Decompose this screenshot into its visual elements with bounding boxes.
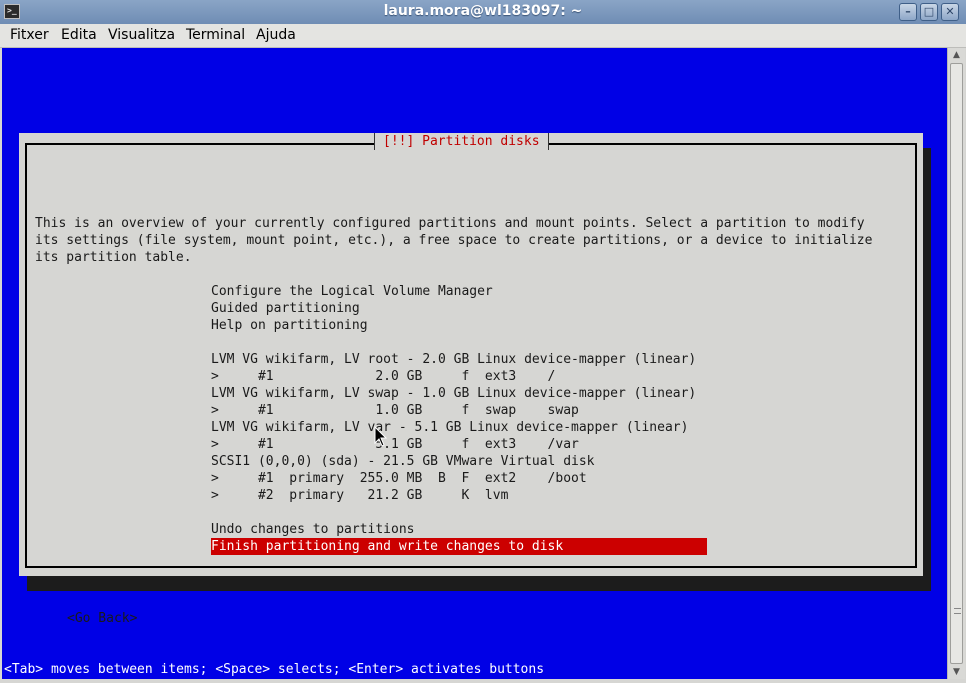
option-undo-changes[interactable]: Undo changes to partitions <box>211 521 415 538</box>
menu-fitxer[interactable]: Fitxer <box>10 27 49 43</box>
option-sda-partition-1[interactable]: > #1 primary 255.0 MB B F ext2 /boot <box>211 470 587 487</box>
minimize-icon[interactable]: – <box>899 3 917 21</box>
scroll-down-icon[interactable]: ▼ <box>948 665 965 679</box>
scrollbar-grip <box>954 608 961 614</box>
intro-line: its partition table. <box>35 250 192 265</box>
status-line: <Tab> moves between items; <Space> selec… <box>4 662 545 677</box>
option-lv-var-partition[interactable]: > #1 5.1 GB f ext3 /var <box>211 436 579 453</box>
option-guided-partitioning[interactable]: Guided partitioning <box>211 300 360 317</box>
option-finish-partitioning[interactable]: Finish partitioning and write changes to… <box>211 538 707 555</box>
menu-visualitza[interactable]: Visualitza <box>108 27 175 43</box>
close-icon[interactable]: ✕ <box>941 3 959 21</box>
intro-line: This is an overview of your currently co… <box>35 216 865 231</box>
option-scsi-disk[interactable]: SCSI1 (0,0,0) (sda) - 21.5 GB VMware Vir… <box>211 453 595 470</box>
menu-bar: Fitxer Edita Visualitza Terminal Ajuda <box>0 24 966 48</box>
option-sda-partition-2[interactable]: > #2 primary 21.2 GB K lvm <box>211 487 508 504</box>
menu-terminal[interactable]: Terminal <box>186 27 245 43</box>
option-lv-root[interactable]: LVM VG wikifarm, LV root - 2.0 GB Linux … <box>211 351 696 368</box>
option-lv-var[interactable]: LVM VG wikifarm, LV var - 5.1 GB Linux d… <box>211 419 688 436</box>
option-lv-swap-partition[interactable]: > #1 1.0 GB f swap swap <box>211 402 579 419</box>
scrollbar-thumb[interactable] <box>950 63 963 664</box>
intro-line: its settings (file system, mount point, … <box>35 233 873 248</box>
terminal-screen[interactable]: [!!] Partition disks This is an overview… <box>2 48 947 679</box>
go-back-button[interactable]: <Go Back> <box>67 610 137 627</box>
window-title-bar[interactable]: >_ laura.mora@wl183097: ~ – □ ✕ <box>0 0 966 25</box>
scroll-up-icon[interactable]: ▲ <box>948 48 965 62</box>
menu-ajuda[interactable]: Ajuda <box>256 27 296 43</box>
option-configure-lvm[interactable]: Configure the Logical Volume Manager <box>211 283 493 300</box>
option-help-partitioning[interactable]: Help on partitioning <box>211 317 368 334</box>
menu-edita[interactable]: Edita <box>61 27 97 43</box>
option-lv-root-partition[interactable]: > #1 2.0 GB f ext3 / <box>211 368 555 385</box>
maximize-icon[interactable]: □ <box>920 3 938 21</box>
partition-dialog: [!!] Partition disks This is an overview… <box>19 133 923 626</box>
window-title: laura.mora@wl183097: ~ <box>383 3 583 19</box>
scrollbar[interactable]: ▲ ▼ <box>947 48 965 679</box>
mouse-pointer-icon <box>374 426 388 447</box>
dialog-title: [!!] Partition disks <box>374 133 549 150</box>
option-lv-swap[interactable]: LVM VG wikifarm, LV swap - 1.0 GB Linux … <box>211 385 696 402</box>
